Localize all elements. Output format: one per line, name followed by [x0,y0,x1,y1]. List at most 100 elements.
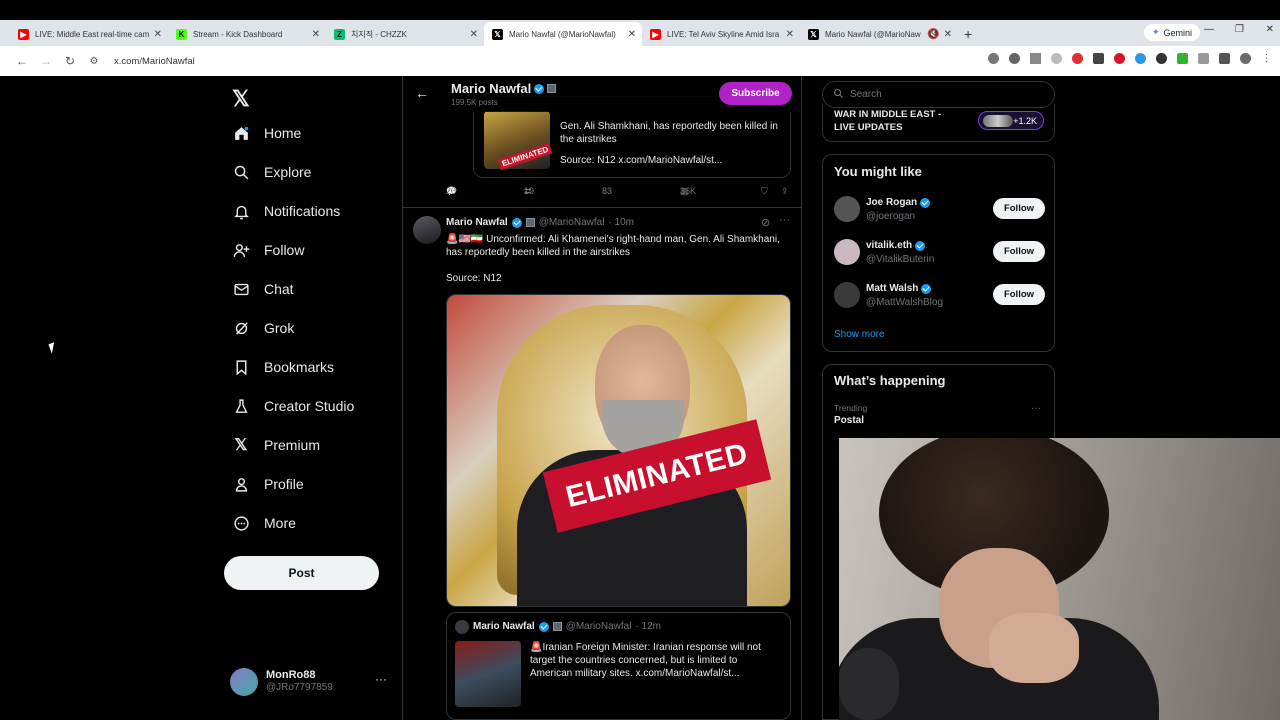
nav-bookmarks[interactable]: Bookmarks [232,358,334,376]
post-button[interactable]: Post [224,556,379,590]
author-handle[interactable]: @MarioNawfal [539,217,605,228]
extension-blue-icon[interactable] [1135,53,1146,64]
author-name[interactable]: Mario Nawfal [446,217,508,228]
nav-notifications[interactable]: Notifications [232,202,340,220]
grok-icon[interactable]: ⊘ [761,216,770,229]
live-event-card[interactable]: WAR IN MIDDLE EAST - LIVE UPDATES +1.2K [822,104,1055,142]
hand-shape [989,613,1079,683]
reply-count: 20 [446,186,457,196]
post-text: 🚨🇺🇸🇮🇷 Unconfirmed: Ali Khamenei's right-… [446,234,780,258]
eye-off-icon[interactable] [988,53,999,64]
post-divider [403,207,801,208]
live-event-title: WAR IN MIDDLE EAST - LIVE UPDATES [834,109,942,133]
gemini-button[interactable]: ✦ Gemini [1143,24,1200,41]
tab-title: Mario Nawfal (@MarioNaw [825,29,921,39]
quoted-post-text: Gen. Ali Shamkhani, has reportedly been … [560,121,778,145]
star-icon[interactable] [1030,53,1041,64]
subscribe-button[interactable]: Subscribe [719,82,792,105]
tab-youtube-middle-east[interactable]: ▶ LIVE: Middle East real-time cam ✕ [10,22,168,46]
tab-chzzk[interactable]: Z 치지직 - CHZZK ✕ [326,22,484,46]
quoted-post-text: 🚨Iranian Foreign Minister: Iranian respo… [530,642,761,679]
avatar[interactable] [413,216,441,244]
tab-youtube-tel-aviv[interactable]: ▶ LIVE: Tel Aviv Skyline Amid Isra ✕ [642,22,800,46]
nav-premium[interactable]: 𝕏 Premium [232,436,320,454]
window-close-icon[interactable]: ✕ [1266,24,1274,35]
post-image[interactable]: ELIMINATED [446,294,791,607]
reload-icon[interactable]: ↻ [58,54,82,68]
flask-icon [232,397,250,415]
new-tab-button[interactable]: + [964,22,972,46]
close-icon[interactable]: ✕ [786,29,794,40]
nav-home[interactable]: Home [232,124,301,142]
url-field[interactable]: x.com/MarioNawfal [114,56,195,67]
tab-mario-nawfal-active[interactable]: 𝕏 Mario Nawfal (@MarioNawfal) ✕ [484,22,642,46]
suggestion-joe-rogan[interactable]: Joe Rogan @joerogan Follow [834,194,1049,226]
nav-profile[interactable]: Profile [232,475,304,493]
follow-button[interactable]: Follow [993,198,1045,219]
left-navigation: 𝕏 Home Explore Notifications Follow Chat… [224,76,402,720]
post-time[interactable]: · 10m [608,217,634,228]
suggestion-matt-walsh[interactable]: Matt Walsh @MattWalshBlog Follow [834,280,1049,312]
adblock-icon[interactable] [1072,53,1083,64]
verified-badge-icon [915,240,926,251]
suggestion-handle: @MattWalshBlog [866,297,944,308]
follow-button[interactable]: Follow [993,284,1045,305]
close-icon[interactable]: ✕ [470,29,478,40]
nav-grok[interactable]: Grok [232,319,294,337]
site-info-icon[interactable]: ⚙ [82,56,106,67]
profile-name: Mario Nawfal [451,81,557,96]
who-to-follow-title: You might like [834,164,922,179]
back-icon[interactable]: ← [10,54,34,68]
nav-explore[interactable]: Explore [232,163,311,181]
suggestion-vitalik[interactable]: vitalik.eth @VitalikButerin Follow [834,237,1049,269]
x-icon: 𝕏 [808,28,819,40]
more-dots-icon[interactable]: ··· [1031,403,1041,414]
back-arrow-icon[interactable]: ← [415,85,429,101]
suggestion-name-text: Joe Rogan [866,197,918,208]
more-dots-icon[interactable]: ··· [375,672,387,686]
shield-icon[interactable] [1156,53,1167,64]
nav-chat[interactable]: Chat [232,280,294,298]
extension-red-icon[interactable] [1114,53,1125,64]
show-more-link[interactable]: Show more [834,329,885,340]
verified-badge-icon [534,83,545,94]
install-icon[interactable] [1009,53,1020,64]
kick-extension-icon[interactable] [1177,53,1188,64]
close-icon[interactable]: ✕ [154,29,162,40]
affiliate-badge-icon [547,84,557,93]
menu-dots-icon[interactable]: ⋮ [1261,53,1272,64]
listener-count: +1.2K [1013,115,1037,126]
extension-gray-icon[interactable] [1051,53,1062,64]
close-icon[interactable]: ✕ [628,29,636,40]
gemini-label: Gemini [1163,27,1192,38]
puzzle-icon[interactable] [1198,53,1209,64]
nav-more[interactable]: More [232,514,296,532]
tab-kick-dashboard[interactable]: K Stream - Kick Dashboard ✕ [168,22,326,46]
close-icon[interactable]: ✕ [312,29,320,40]
mute-icon[interactable]: 🔇 [927,29,939,40]
close-icon[interactable]: ✕ [944,29,952,40]
nav-follow[interactable]: Follow [232,241,304,259]
quoted-post[interactable]: Mario Nawfal @MarioNawfal · 12m 🚨Iranian… [446,612,791,720]
follow-button[interactable]: Follow [993,241,1045,262]
restore-icon[interactable]: ❐ [1235,24,1244,35]
nav-creator-studio[interactable]: Creator Studio [232,397,354,415]
sidebar-icon[interactable] [1219,53,1230,64]
nav-label: Follow [264,242,305,258]
tab-mario-nawfal-2[interactable]: 𝕏 Mario Nawfal (@MarioNaw 🔇 ✕ [800,22,958,46]
minimize-icon[interactable]: — [1204,24,1214,35]
profile-avatar-icon[interactable] [1240,53,1251,64]
trend-name[interactable]: Postal [834,415,864,426]
microphone-shape [839,648,899,720]
account-switcher[interactable]: MonRo88 @JRo7797859 ··· [230,666,395,698]
live-listeners-pill[interactable]: +1.2K [978,111,1044,130]
post-actions: 💬 20 ⇄ 19 ♡ 83 ▥ 36K ⛉ ⇪ [446,186,791,200]
eliminated-stamp: ELIMINATED [497,142,553,171]
author-name: Mario Nawfal [473,621,535,632]
x-logo-icon[interactable]: 𝕏 [232,86,250,112]
suggestion-name-text: vitalik.eth [866,240,913,251]
forward-icon[interactable]: → [34,54,58,68]
more-dots-icon[interactable]: ··· [779,214,790,226]
bookmark-icon: ⛉ [761,186,768,196]
extension-dark-icon[interactable] [1093,53,1104,64]
